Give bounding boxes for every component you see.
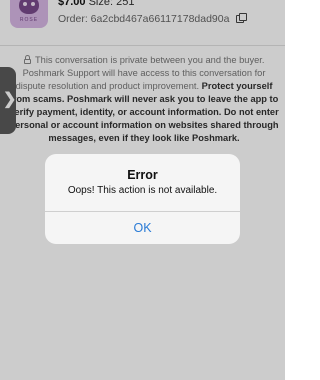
alert-message: Oops! This action is not available. (67, 185, 218, 196)
ok-button[interactable]: OK (45, 212, 240, 244)
error-alert: Error Oops! This action is not available… (45, 154, 240, 244)
alert-title: Error (127, 168, 158, 182)
